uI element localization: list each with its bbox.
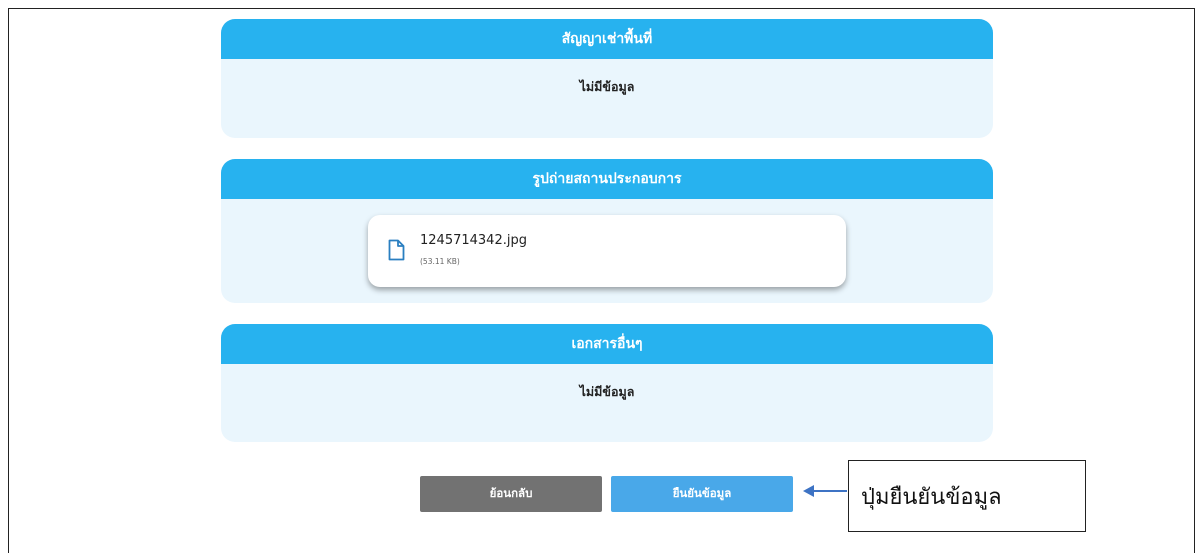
file-attachment[interactable]: 1245714342.jpg (53.11 KB) [368, 215, 846, 287]
other-documents-section: เอกสารอื่นๆ ไม่มีข้อมูล [221, 324, 993, 442]
no-data-text: ไม่มีข้อมูล [579, 79, 635, 94]
no-data-text: ไม่มีข้อมูล [579, 384, 635, 399]
callout-text: ปุ่มยืนยันข้อมูล [861, 484, 1002, 510]
section-title: เอกสารอื่นๆ [571, 336, 643, 352]
file-icon [388, 239, 405, 261]
file-name[interactable]: 1245714342.jpg [420, 233, 527, 248]
left-arrow-icon [803, 485, 847, 497]
file-size: (53.11 KB) [420, 257, 460, 266]
section-title: สัญญาเช่าพื้นที่ [561, 31, 653, 47]
lease-agreement-section: สัญญาเช่าพื้นที่ ไม่มีข้อมูล [221, 19, 993, 138]
section-header: สัญญาเช่าพื้นที่ [221, 19, 993, 59]
section-header: เอกสารอื่นๆ [221, 324, 993, 364]
annotation-callout: ปุ่มยืนยันข้อมูล [848, 460, 1086, 532]
confirm-button[interactable]: ยืนยันข้อมูล [611, 476, 793, 512]
section-header: รูปถ่ายสถานประกอบการ [221, 159, 993, 199]
back-button[interactable]: ย้อนกลับ [420, 476, 602, 512]
section-title: รูปถ่ายสถานประกอบการ [532, 171, 682, 187]
business-photos-section: รูปถ่ายสถานประกอบการ 1245714342.jpg (53.… [221, 159, 993, 303]
